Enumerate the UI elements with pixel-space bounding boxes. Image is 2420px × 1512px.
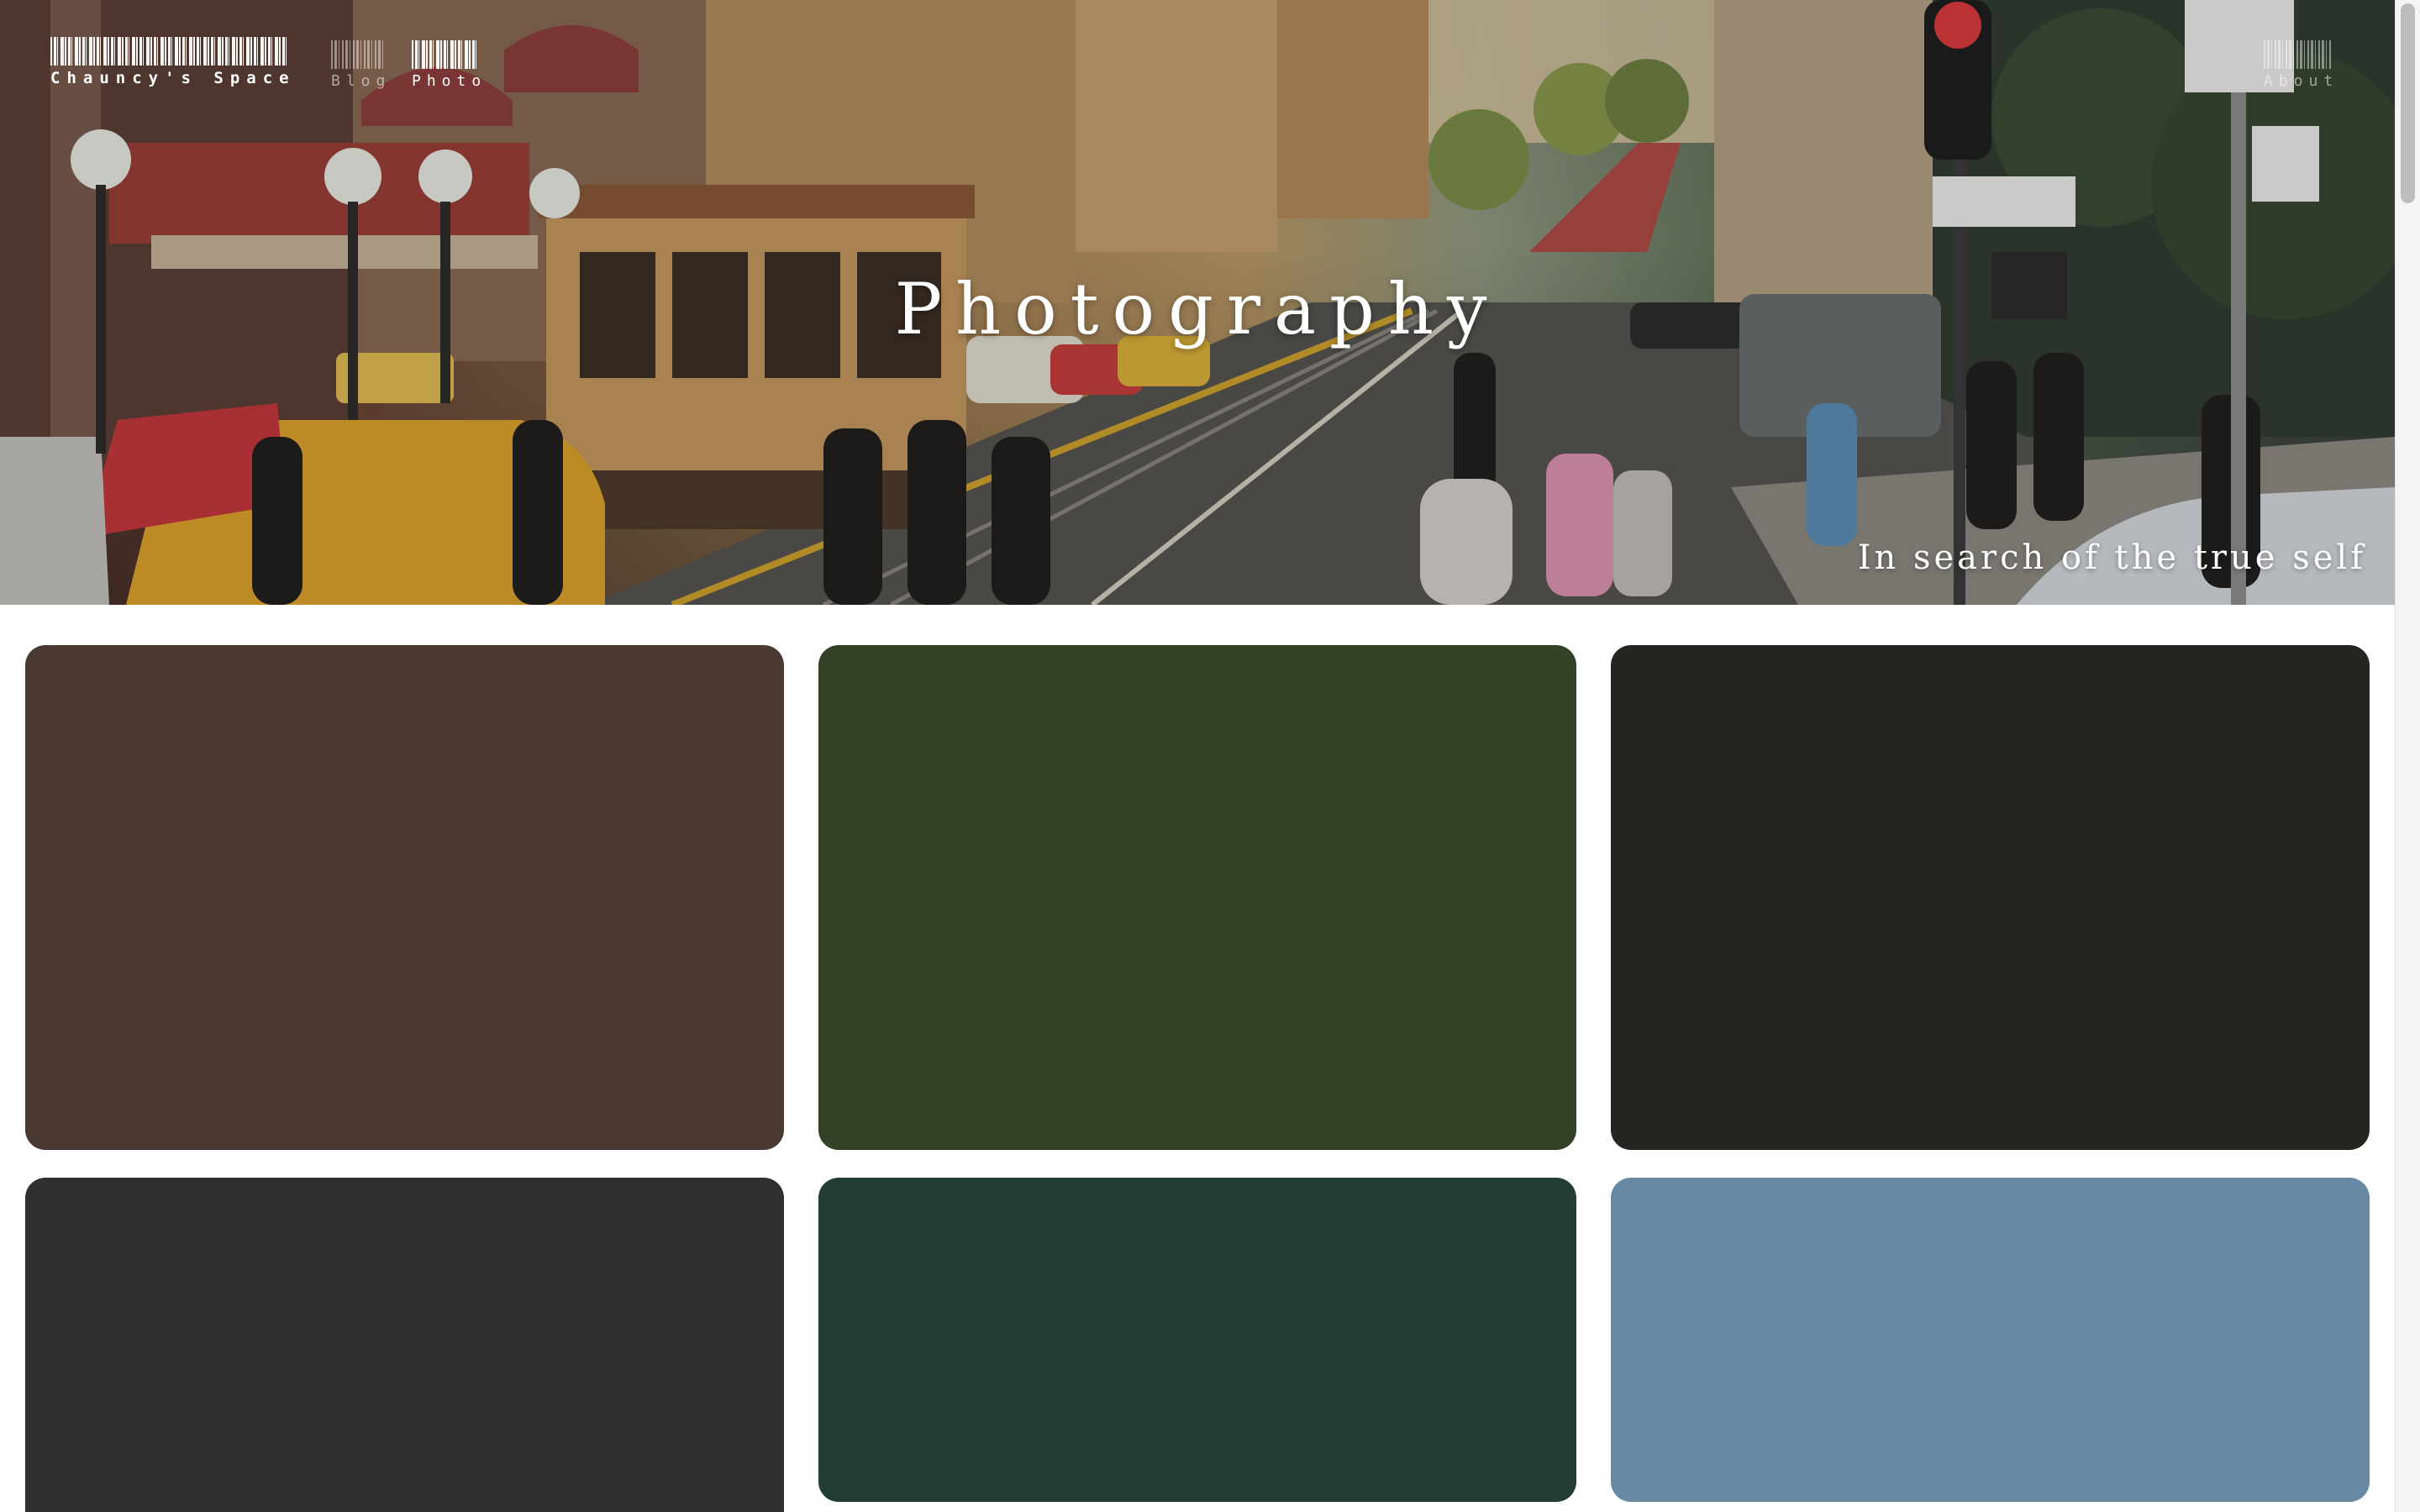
photo-gallery — [25, 645, 2370, 1512]
photo-card[interactable] — [818, 645, 1576, 1150]
photo-barcode-icon — [412, 40, 479, 69]
blog-barcode-icon — [331, 40, 383, 69]
page: Chauncy's Space Blog Photo About Photogr… — [0, 0, 2420, 1512]
nav-item-photo[interactable]: Photo — [412, 40, 481, 90]
nav-item-blog-label: Blog — [331, 72, 392, 90]
photo-card[interactable] — [1611, 1178, 2370, 1502]
brand-name: Chauncy's Space — [50, 69, 296, 87]
page-title: Photography — [894, 268, 1501, 350]
photo-card[interactable] — [1611, 645, 2370, 1150]
photo-card[interactable] — [818, 1178, 1576, 1502]
vertical-scrollbar[interactable] — [2395, 0, 2420, 1512]
nav-item-photo-label: Photo — [412, 72, 487, 90]
nav-item-about-label: About — [2264, 72, 2339, 90]
nav-item-about[interactable]: About — [2264, 40, 2333, 90]
about-barcode-icon — [2264, 40, 2331, 69]
brand-logo-link[interactable]: Chauncy's Space — [50, 37, 289, 87]
brand-barcode-icon — [50, 37, 289, 66]
page-subtitle: In search of the true self — [1857, 538, 2366, 577]
scrollbar-thumb[interactable] — [2401, 3, 2415, 203]
photo-card[interactable] — [25, 1178, 784, 1512]
hero-banner: Chauncy's Space Blog Photo About Photogr… — [0, 0, 2395, 605]
top-nav: Chauncy's Space Blog Photo About — [0, 0, 2395, 92]
nav-item-blog[interactable]: Blog — [331, 40, 385, 90]
photo-card[interactable] — [25, 645, 784, 1150]
